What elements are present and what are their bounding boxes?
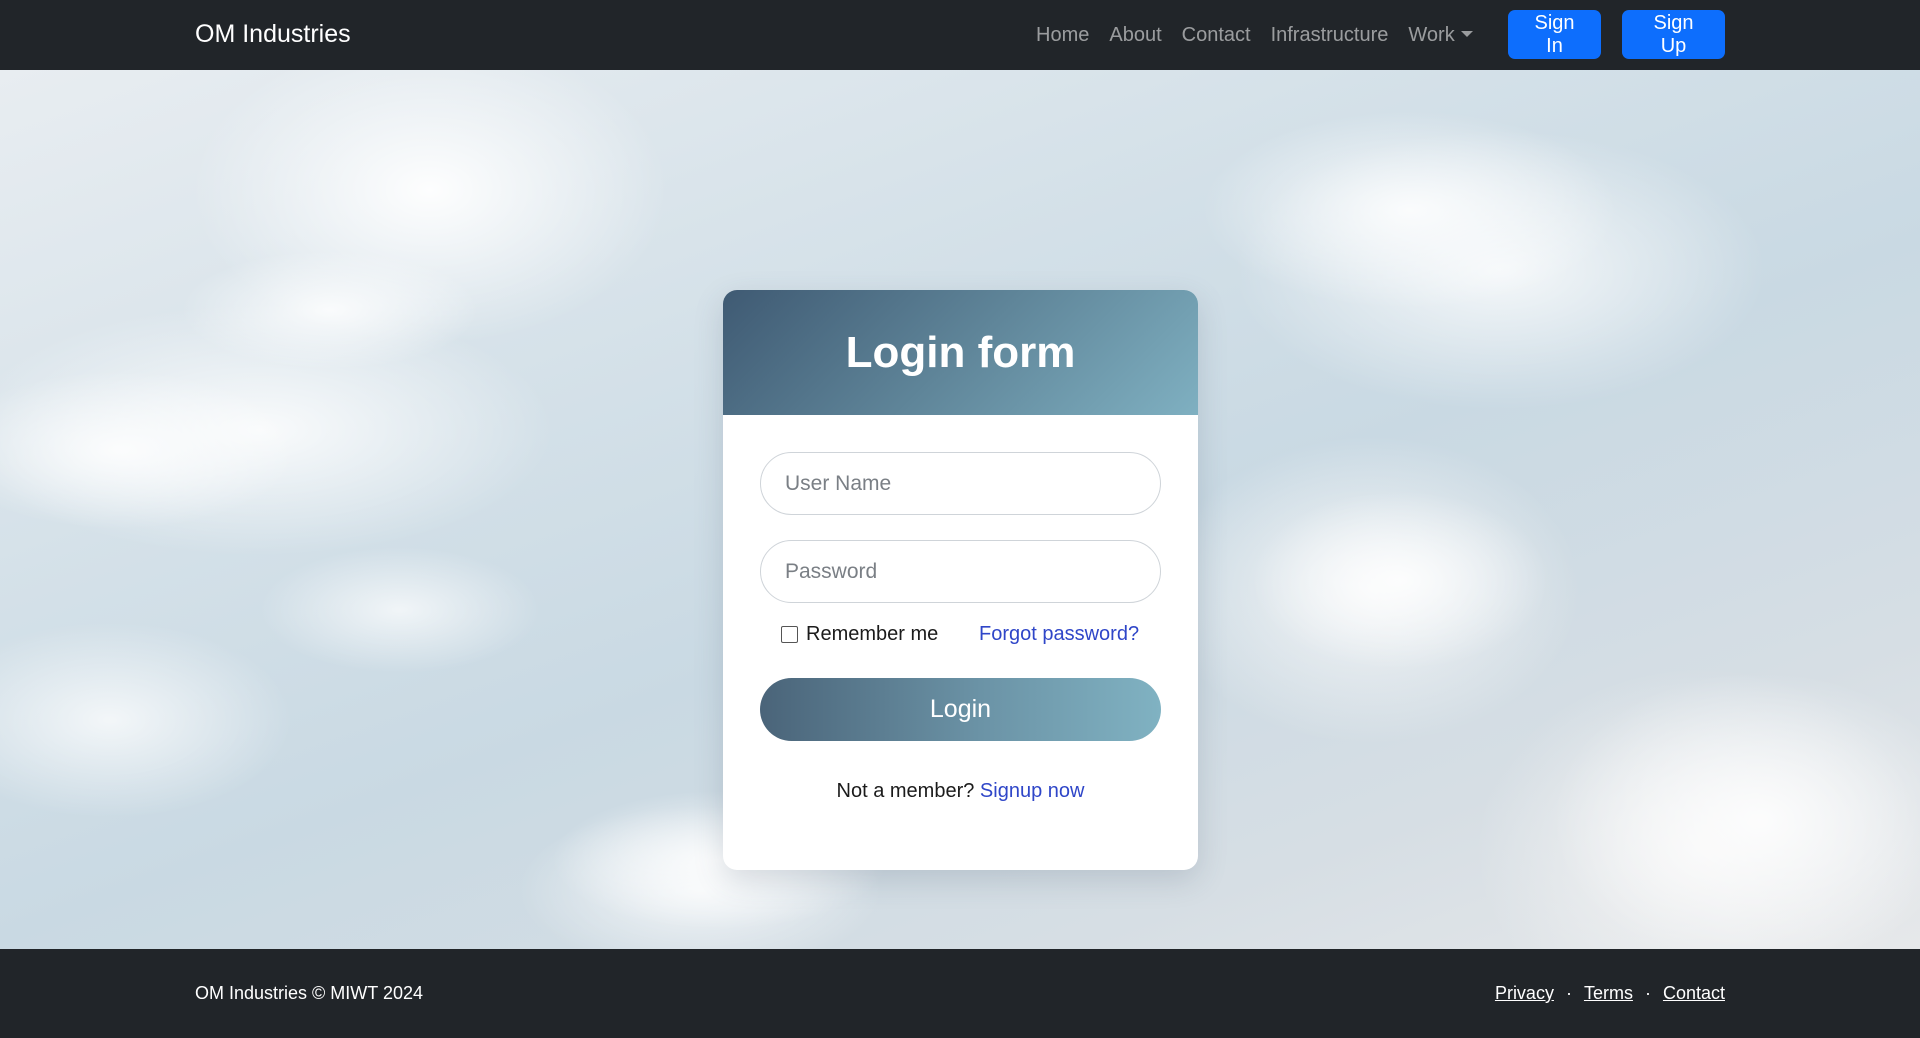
login-title: Login form (845, 327, 1076, 377)
login-button[interactable]: Login (760, 678, 1161, 741)
separator-dot: · (1644, 983, 1651, 1003)
sky-background: Login form Remember me Forgot password? … (0, 70, 1920, 949)
forgot-password-link[interactable]: Forgot password? (979, 623, 1139, 646)
cloud-decoration (1250, 490, 1550, 670)
cloud-decoration (0, 370, 300, 530)
nav-link-contact[interactable]: Contact (1182, 24, 1251, 47)
nav-dropdown-work[interactable]: Work (1408, 23, 1473, 47)
password-input[interactable] (760, 540, 1161, 603)
sign-in-button[interactable]: Sign In (1508, 10, 1601, 59)
nav-link-home[interactable]: Home (1036, 24, 1089, 47)
username-input[interactable] (760, 452, 1161, 515)
separator-dot: · (1565, 983, 1572, 1003)
not-member-text: Not a member? (836, 780, 980, 802)
caret-down-icon (1460, 30, 1473, 37)
footer-links: Privacy · Terms · Contact (1495, 983, 1725, 1004)
footer-link-terms[interactable]: Terms (1584, 983, 1633, 1004)
footer-link-privacy[interactable]: Privacy (1495, 983, 1554, 1004)
remember-me-checkbox[interactable]: Remember me (781, 621, 938, 647)
signup-now-link[interactable]: Signup now (980, 780, 1085, 802)
footer: OM Industries © MIWT 2024 Privacy · Term… (0, 949, 1920, 1038)
cloud-decoration (1550, 670, 1920, 949)
brand-logo-text[interactable]: OM Industries (195, 20, 351, 49)
cloud-decoration (180, 250, 480, 370)
copyright-text: OM Industries © MIWT 2024 (195, 983, 423, 1003)
checkbox-icon[interactable] (781, 625, 798, 643)
signup-prompt: Not a member? Signup now (723, 780, 1198, 803)
nav-links: Home About Contact Infrastructure Work (1036, 0, 1493, 70)
top-navbar: OM Industries Home About Contact Infrast… (0, 0, 1920, 70)
remember-me-label: Remember me (806, 622, 939, 645)
login-card-header: Login form (723, 290, 1198, 415)
footer-link-contact[interactable]: Contact (1663, 983, 1725, 1004)
sign-up-button[interactable]: Sign Up (1622, 10, 1725, 59)
nav-dropdown-work-label: Work (1408, 23, 1455, 46)
nav-link-infrastructure[interactable]: Infrastructure (1271, 24, 1389, 47)
cloud-decoration (1200, 110, 1620, 310)
login-card: Login form Remember me Forgot password? … (723, 290, 1198, 870)
nav-link-about[interactable]: About (1109, 24, 1161, 47)
